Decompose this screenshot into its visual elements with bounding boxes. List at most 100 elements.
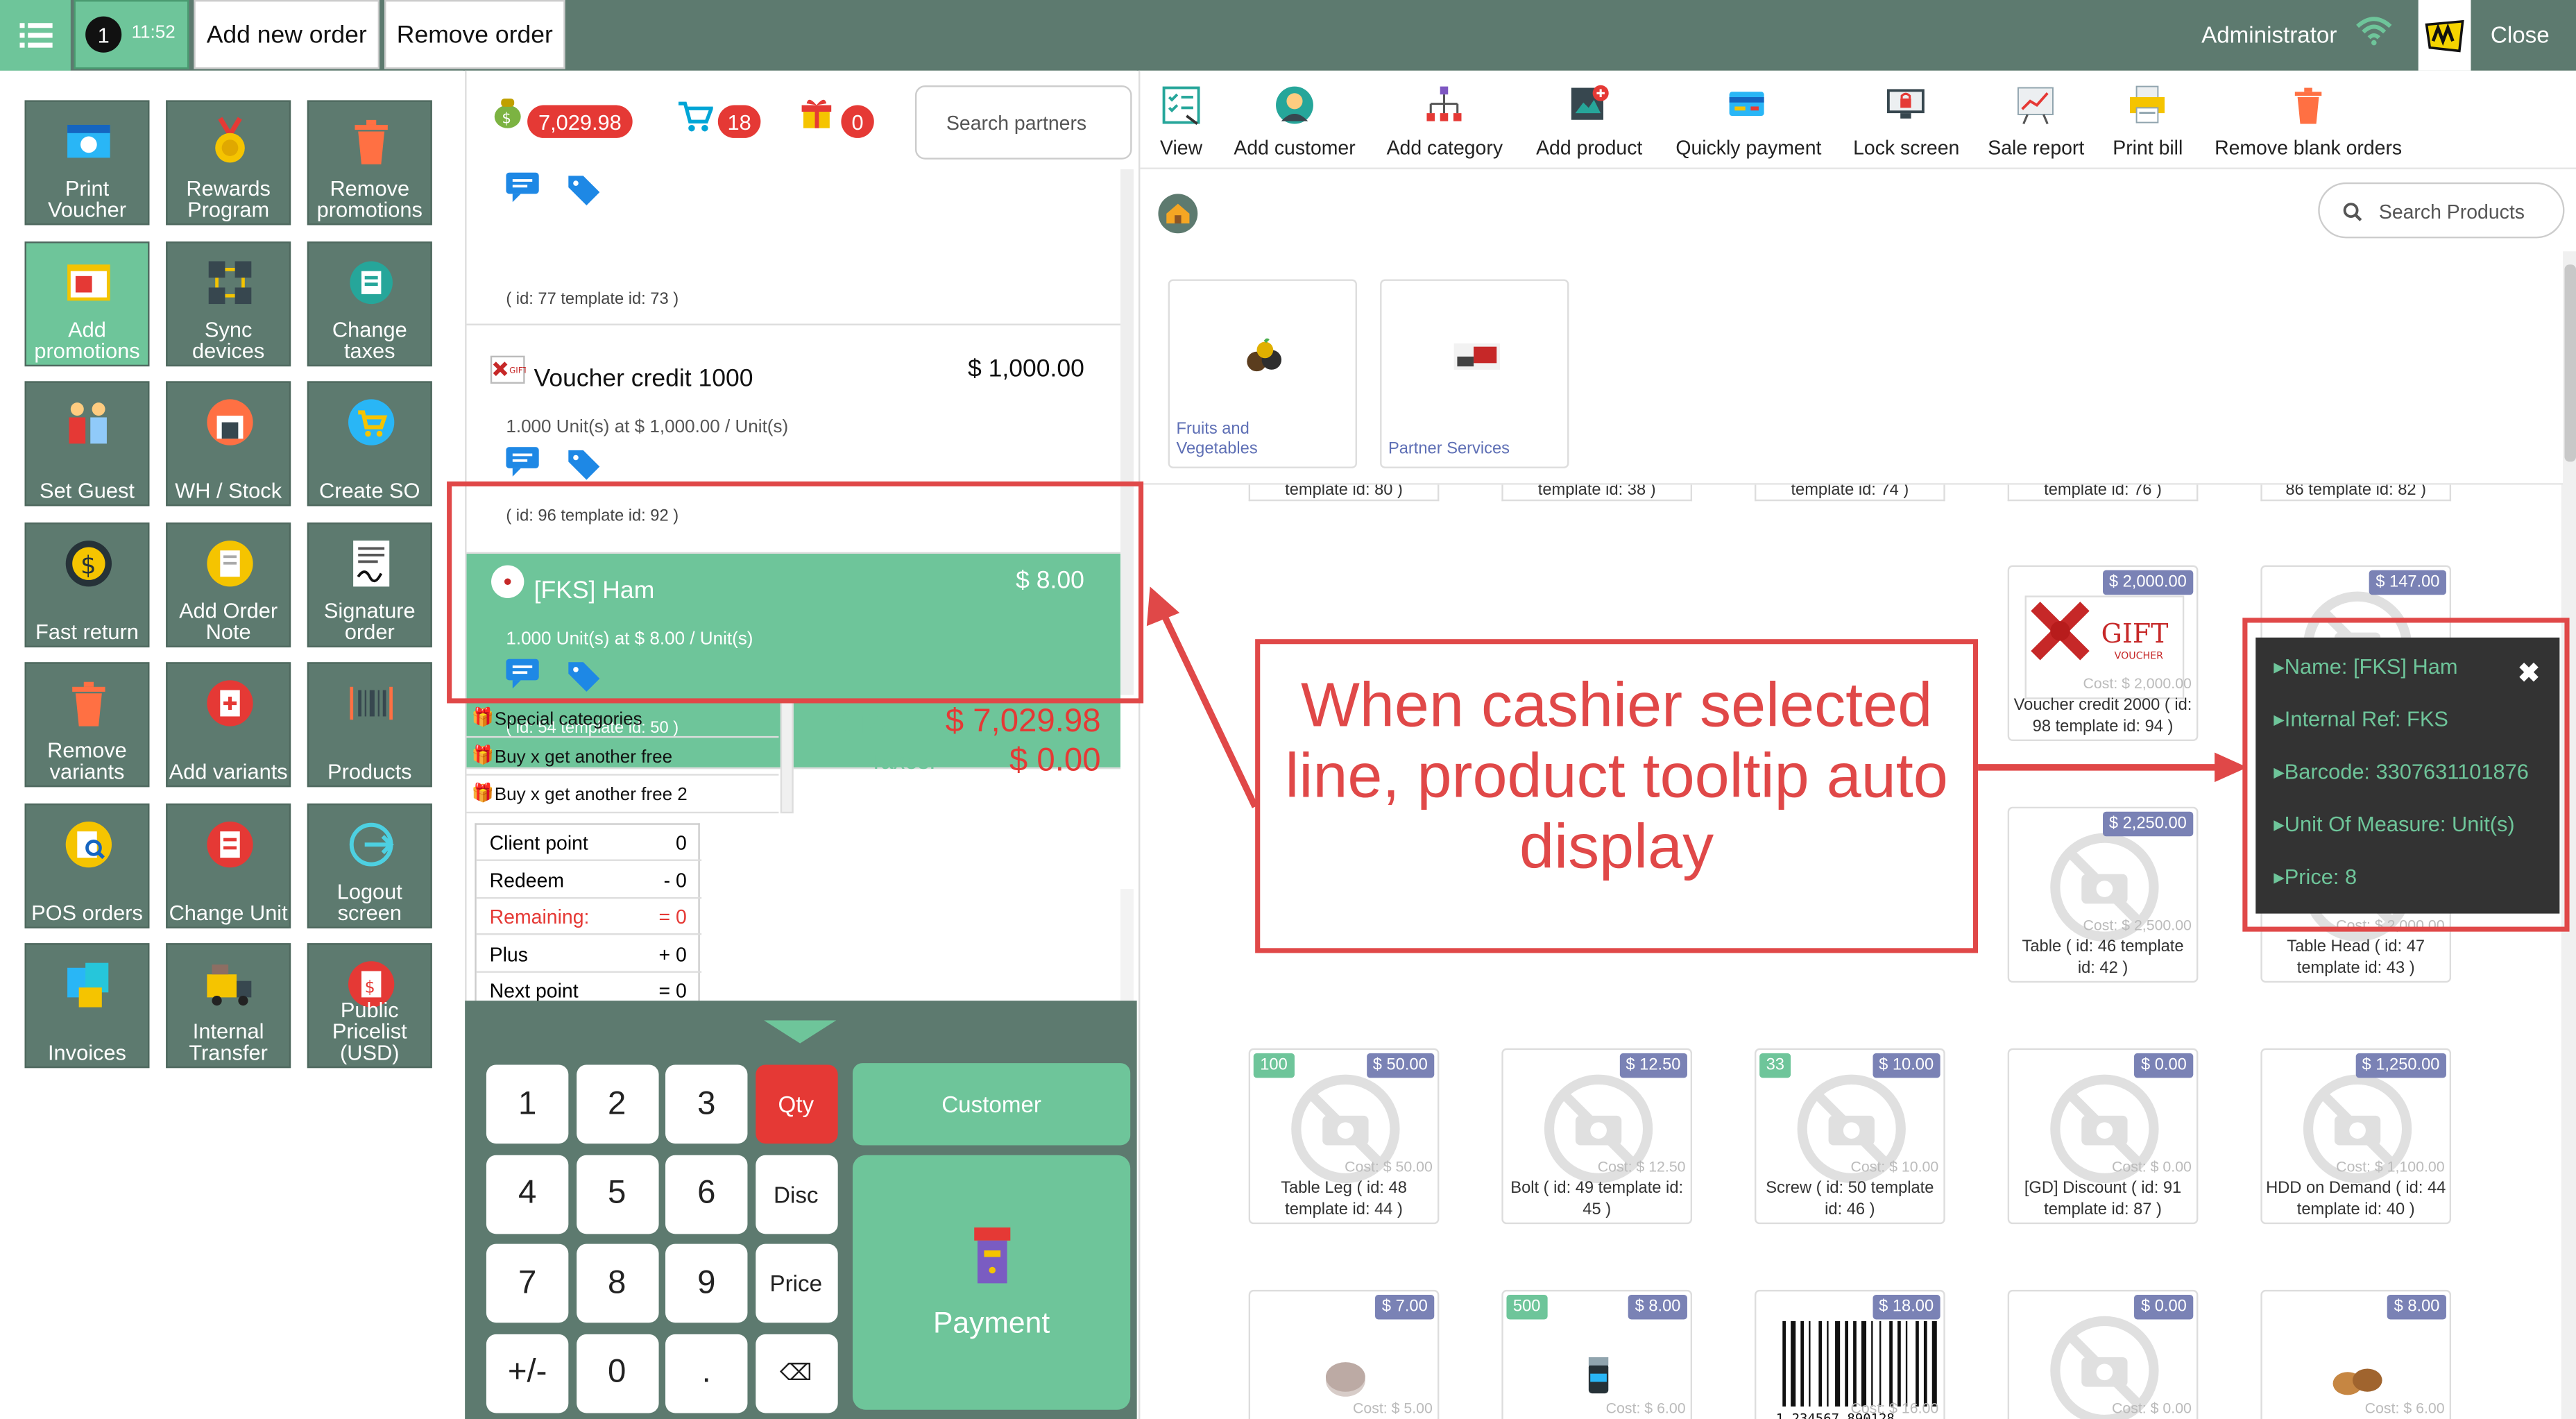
promotion-scrollbar[interactable] <box>780 702 794 814</box>
tile-remove-promotions[interactable]: Remove promotions <box>307 100 432 226</box>
key-3[interactable]: 3 <box>665 1064 748 1144</box>
home-category-button[interactable] <box>1158 194 1198 234</box>
tile-public-pricelist-usd[interactable]: $ Public Pricelist (USD) <box>307 943 432 1069</box>
promotion-item[interactable]: 🎁 Buy x get another free 2 <box>466 777 779 814</box>
tile-add-order-note[interactable]: Add Order Note <box>166 521 291 647</box>
tile-pos-orders[interactable]: POS orders <box>24 802 150 928</box>
toolbar-sale-report[interactable]: Sale report <box>1988 84 2084 160</box>
product-card[interactable]: 100 $ 50.00 Cost: $ 50.00 Table Leg ( id: 4… <box>1248 1048 1440 1225</box>
key-0[interactable]: 0 <box>575 1333 658 1413</box>
comment-icon[interactable] <box>506 447 542 479</box>
key-price[interactable]: Price <box>755 1243 837 1323</box>
payment-terminal-icon <box>974 1227 1011 1284</box>
search-products-input[interactable]: Search Products <box>2318 182 2565 239</box>
tile-print-voucher[interactable]: Print Voucher <box>24 100 150 226</box>
promotion-item[interactable]: 🎁 Buy x get another free <box>466 740 779 776</box>
product-card[interactable]: $ 0.00 Cost: $ 0.00 [GD] Discount ( id: 91… <box>2007 1048 2199 1225</box>
key-1[interactable]: 1 <box>486 1064 569 1144</box>
key-plus-minus[interactable]: +/- <box>486 1333 569 1413</box>
tile-remove-variants[interactable]: Remove variants <box>24 662 150 788</box>
key-decimal[interactable]: . <box>665 1333 748 1413</box>
tile-add-variants[interactable]: Add variants <box>166 662 291 788</box>
tile-label: Print Voucher <box>48 176 126 222</box>
key-2[interactable]: 2 <box>575 1064 658 1144</box>
order-panel-scrollbar[interactable] <box>1120 889 1134 1001</box>
tile-set-guest[interactable]: Set Guest <box>24 381 150 507</box>
key-6[interactable]: 6 <box>665 1154 748 1234</box>
collapse-arrow-icon[interactable] <box>764 1020 837 1044</box>
tile-add-promotions[interactable]: Add promotions <box>24 240 150 366</box>
tile-wh-stock[interactable]: WH / Stock <box>166 381 291 507</box>
product-card[interactable]: 33 $ 10.00 Cost: $ 10.00 Screw ( id: 50 tem… <box>1755 1048 1945 1225</box>
key-8[interactable]: 8 <box>575 1243 658 1323</box>
comment-icon[interactable] <box>506 172 542 205</box>
key-backspace[interactable]: ⌫ <box>755 1333 837 1413</box>
search-partners-input[interactable]: Search partners <box>914 85 1132 160</box>
toolbar-add-category[interactable]: Add category <box>1387 84 1503 160</box>
product-card-partial[interactable]: 86 template id: 82 ) <box>2260 484 2452 502</box>
product-card[interactable]: GIFT VOUCHER $ 2,000.00 Cost: $ 2,000.00 Vou… <box>2007 565 2199 741</box>
product-card-partial[interactable]: template id: 74 ) <box>1755 484 1945 502</box>
toolbar-label: Lock screen <box>1853 136 1960 160</box>
points-label: Client point <box>489 831 588 855</box>
product-card-partial[interactable]: template id: 38 ) <box>1501 484 1693 502</box>
product-card[interactable]: $ 1,250.00 Cost: $ 1,100.00 HDD on Demand … <box>2260 1048 2452 1225</box>
price-tag-icon[interactable] <box>565 173 602 205</box>
remove-order-button[interactable]: Remove order <box>384 0 565 69</box>
product-card-partial[interactable]: template id: 76 ) <box>2007 484 2199 502</box>
tile-fast-return[interactable]: $ Fast return <box>24 521 150 647</box>
category-card[interactable]: Partner Services <box>1380 279 1569 468</box>
tile-internal-transfer[interactable]: Internal Transfer <box>166 943 291 1069</box>
product-card[interactable]: $ 7.00Cost: $ 5.00French cheese <box>1248 1289 1440 1419</box>
toolbar-label: Add product <box>1536 136 1643 160</box>
promotion-item[interactable]: 🎁 Special categories <box>466 702 779 738</box>
toolbar-add-product[interactable]: Add product <box>1536 84 1642 160</box>
product-card[interactable]: $ 8.00 Cost: $ 6.00 <box>2260 1289 2452 1419</box>
toolbar-lock-screen[interactable]: Lock screen <box>1853 84 1959 160</box>
tile-invoices[interactable]: Invoices <box>24 943 150 1069</box>
price-badge: $ 2,250.00 <box>2102 811 2194 837</box>
tile-change-unit[interactable]: Change Unit <box>166 802 291 928</box>
order-tab[interactable]: 1 11:52 <box>74 0 189 69</box>
points-label: Plus <box>489 942 528 966</box>
tile-logout-screen[interactable]: Logout screen <box>307 802 432 928</box>
key-disc[interactable]: Disc <box>755 1154 837 1234</box>
key-7[interactable]: 7 <box>486 1243 569 1323</box>
order-line[interactable]: ( id: 77 template id: 73 ) <box>466 169 1120 325</box>
promo-icon <box>67 264 110 300</box>
product-card[interactable]: $ 0.00 Cost: $ 0.00 <box>2007 1289 2199 1419</box>
annotation-box-tooltip <box>2242 618 2570 932</box>
product-card[interactable]: $ 2,250.00 Cost: $ 2,500.00 Table ( id: 46… <box>2007 806 2199 983</box>
tile-rewards-program[interactable]: Rewards Program <box>166 100 291 226</box>
tile-change-taxes[interactable]: Change taxes <box>307 240 432 366</box>
product-card-partial[interactable]: template id: 80 ) <box>1248 484 1440 502</box>
key-qty[interactable]: Qty <box>755 1064 837 1144</box>
product-card[interactable]: 1 234567 890128 $ 18.00 Cost: $ 16.00 <box>1755 1289 1945 1419</box>
cart-icon <box>348 399 395 445</box>
tile-signature-order[interactable]: Signature order <box>307 521 432 647</box>
svg-text:VOUCHER: VOUCHER <box>2115 651 2164 662</box>
toolbar-view[interactable]: View <box>1160 84 1203 160</box>
toolbar-remove-blank-orders[interactable]: Remove blank orders <box>2215 84 2402 160</box>
menu-button[interactable] <box>0 0 71 71</box>
customer-button[interactable]: Customer <box>852 1063 1131 1146</box>
points-value: 0 <box>675 831 687 855</box>
add-order-button[interactable]: Add new order <box>194 0 380 69</box>
toolbar-quickly-payment[interactable]: Quickly payment <box>1675 84 1821 160</box>
key-5[interactable]: 5 <box>575 1154 658 1234</box>
key-4[interactable]: 4 <box>486 1154 569 1234</box>
tile-products[interactable]: Products <box>307 662 432 788</box>
key-9[interactable]: 9 <box>665 1243 748 1323</box>
close-button[interactable]: Close <box>2491 22 2550 48</box>
product-card[interactable]: $ 12.50 Cost: $ 12.50 Bolt ( id: 49 templa… <box>1501 1048 1693 1225</box>
category-card[interactable]: Fruits and Vegetables <box>1168 279 1357 468</box>
payment-button[interactable]: Payment <box>852 1155 1131 1410</box>
tile-icon <box>62 396 115 449</box>
product-card[interactable]: 500 $ 8.00 Cost: $ 6.00 <box>1501 1289 1693 1419</box>
tile-create-so[interactable]: Create SO <box>307 381 432 507</box>
price-tag-icon[interactable] <box>565 447 602 480</box>
toolbar-add-customer[interactable]: Add customer <box>1234 84 1356 160</box>
toolbar-print-bill[interactable]: Print bill <box>2113 84 2183 160</box>
tile-sync-devices[interactable]: Sync devices <box>166 240 291 366</box>
tile-label: Sync devices <box>191 316 265 363</box>
